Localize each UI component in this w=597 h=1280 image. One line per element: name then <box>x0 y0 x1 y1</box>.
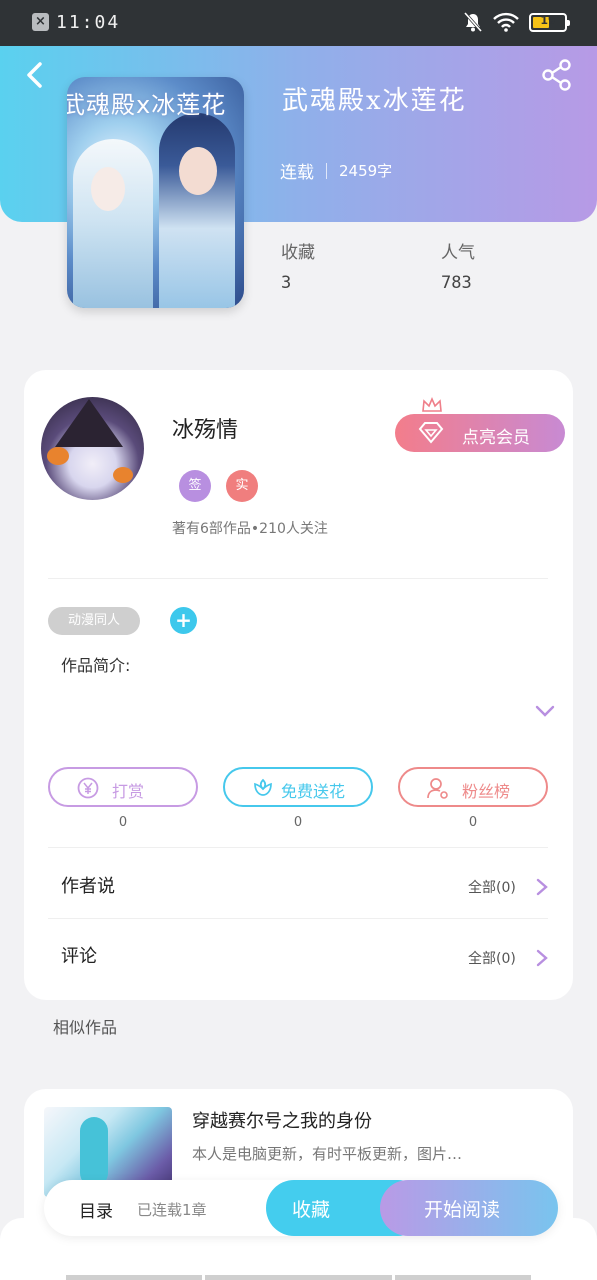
verified-badge: 实 <box>226 470 258 502</box>
book-cover[interactable]: 武魂殿x冰莲花 <box>67 77 244 308</box>
divider <box>48 847 548 848</box>
fan-count: 0 <box>468 815 478 830</box>
stat-label: 收藏 <box>281 243 315 263</box>
similar-work-title[interactable]: 穿越赛尔号之我的身份 <box>192 1107 372 1133</box>
back-button[interactable] <box>20 58 50 92</box>
word-count: 2459字 <box>339 162 393 180</box>
stat-label: 人气 <box>441 243 475 263</box>
divider <box>48 578 548 579</box>
author-info: 著有6部作品•210人关注 <box>172 521 328 537</box>
chapter-count: 已连载1章 <box>137 1201 207 1219</box>
flower-count: 0 <box>293 815 303 830</box>
author-note-label: 作者说 <box>61 876 115 897</box>
status-time: 11:04 <box>56 12 121 33</box>
stat-value: 783 <box>441 273 472 293</box>
nav-indicator <box>66 1275 202 1280</box>
author-note-all[interactable]: 全部(0) <box>468 877 516 897</box>
meta-divider <box>326 162 327 179</box>
vip-button-label: 点亮会员 <box>462 428 530 448</box>
similar-work-desc: 本人是电脑更新，有时平板更新，图片… <box>192 1145 463 1163</box>
book-detail-card: 冰殇情 签 实 著有6部作品•210人关注 点亮会员 动漫同人 + 作品简介: … <box>24 370 573 1000</box>
flower-icon <box>254 778 272 796</box>
battery-icon: 19 <box>529 12 570 32</box>
stat-popularity: 人气 783 <box>441 238 475 293</box>
fan-ranking-button[interactable]: 粉丝榜 <box>398 767 548 807</box>
add-tag-button[interactable]: + <box>170 607 197 634</box>
expand-chevron-icon[interactable] <box>534 704 556 718</box>
battery-level: 19 <box>540 13 556 27</box>
wifi-icon <box>493 12 519 32</box>
send-flower-label: 免费送花 <box>281 782 346 801</box>
share-button[interactable] <box>540 58 574 92</box>
coin-icon <box>77 777 99 799</box>
nav-indicator <box>205 1275 392 1280</box>
crown-icon <box>422 396 442 412</box>
send-flower-button[interactable]: 免费送花 <box>223 767 373 807</box>
tip-button-label: 打赏 <box>112 782 145 801</box>
notification-x-icon: × <box>32 13 49 31</box>
chevron-right-icon[interactable] <box>535 877 549 897</box>
favorite-button-label: 收藏 <box>292 1199 331 1221</box>
similar-works-heading: 相似作品 <box>53 1018 118 1037</box>
nav-indicator <box>395 1275 531 1280</box>
start-reading-label: 开始阅读 <box>424 1199 501 1221</box>
author-avatar[interactable] <box>41 397 144 500</box>
stat-value: 3 <box>281 273 292 293</box>
intro-label: 作品简介: <box>61 656 131 675</box>
diamond-icon <box>418 422 444 444</box>
divider <box>48 918 548 919</box>
genre-tag[interactable]: 动漫同人 <box>48 607 140 635</box>
status-bar: × 11:04 19 <box>0 0 597 46</box>
vip-button[interactable]: 点亮会员 <box>395 414 565 452</box>
author-name[interactable]: 冰殇情 <box>172 412 238 444</box>
fan-ranking-label: 粉丝榜 <box>462 782 511 801</box>
toc-button[interactable]: 目录 <box>79 1197 113 1222</box>
bottom-action-bar: 目录 已连载1章 收藏 开始阅读 <box>44 1180 558 1236</box>
tip-count: 0 <box>118 815 128 830</box>
status-icons: 19 <box>463 11 570 33</box>
signed-badge: 签 <box>179 470 211 502</box>
stat-favorites: 收藏 3 <box>281 238 315 293</box>
user-ranking-icon <box>427 778 448 799</box>
comments-all[interactable]: 全部(0) <box>468 948 516 968</box>
tip-button[interactable]: 打赏 <box>48 767 198 807</box>
book-meta: 连载 2459字 <box>280 158 392 183</box>
book-status: 连载 <box>280 163 314 183</box>
mute-bell-icon <box>463 12 483 32</box>
chevron-right-icon[interactable] <box>535 948 549 968</box>
start-reading-button[interactable]: 开始阅读 <box>380 1180 558 1236</box>
book-title: 武魂殿x冰莲花 <box>282 86 467 116</box>
comments-label: 评论 <box>61 946 97 967</box>
cover-title-text: 武魂殿x冰莲花 <box>67 91 227 119</box>
